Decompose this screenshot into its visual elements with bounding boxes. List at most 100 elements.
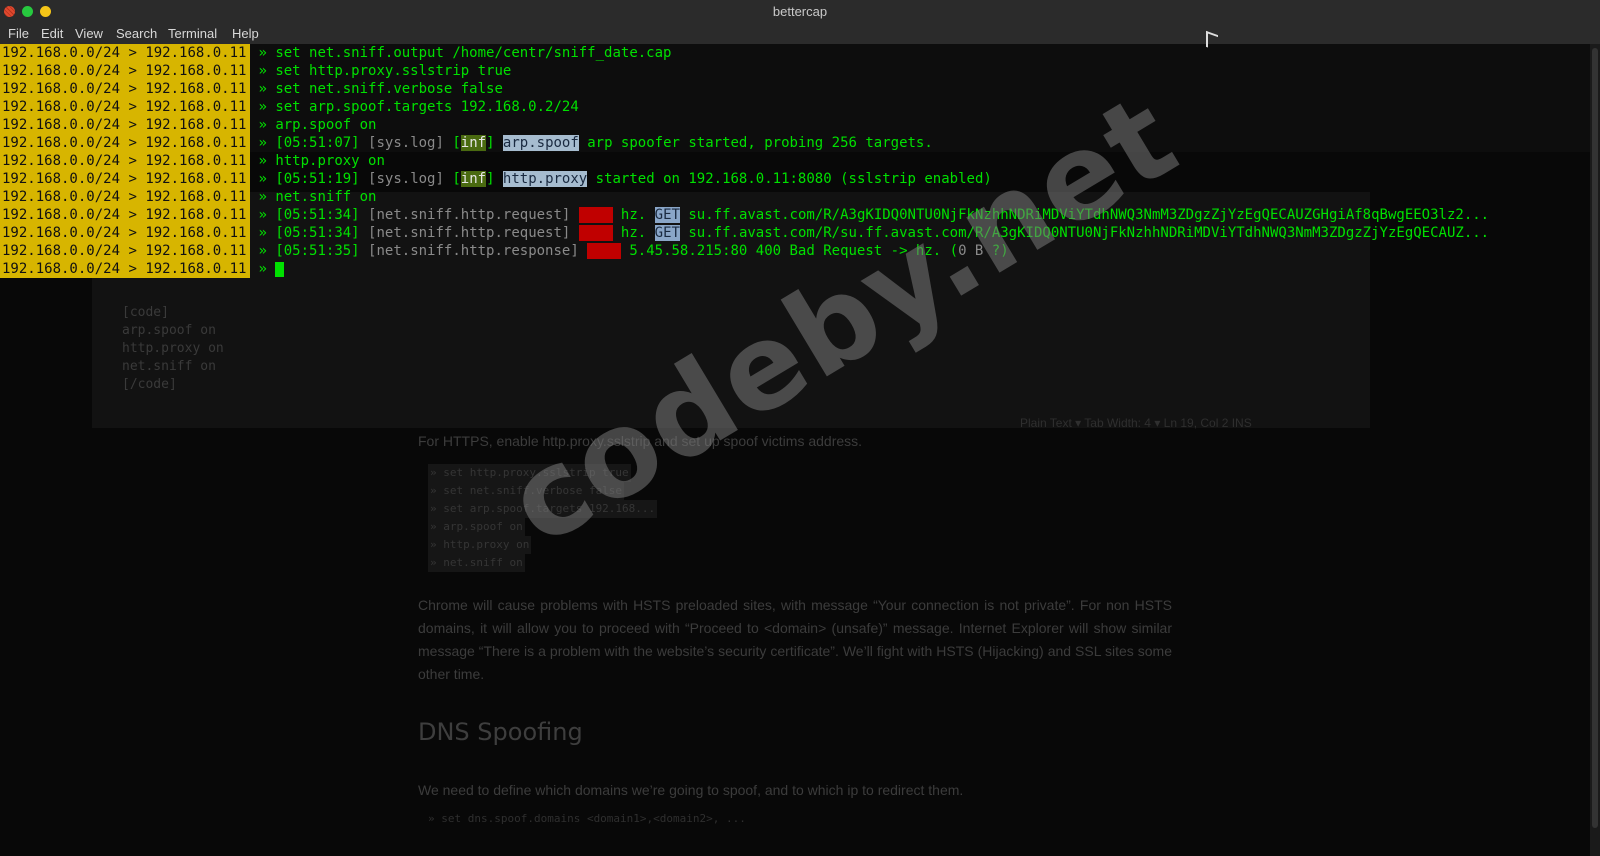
command-text: set arp.spoof.targets 192.168.0.2/24 bbox=[275, 99, 579, 115]
background-code-line: [/code] bbox=[122, 377, 177, 392]
method-badge: GET bbox=[654, 225, 680, 241]
background-codeblock-line: » set arp.spoof.targets 192.168... bbox=[428, 500, 658, 518]
prompt: 192.168.0.0/24 > 192.168.0.11 bbox=[0, 134, 250, 152]
title-bar: bettercap bbox=[0, 0, 1600, 24]
window-title: bettercap bbox=[772, 4, 828, 19]
prompt: 192.168.0.0/24 > 192.168.0.11 bbox=[0, 260, 250, 278]
log-level-badge: inf bbox=[460, 135, 487, 151]
prompt: 192.168.0.0/24 > 192.168.0.11 bbox=[0, 224, 250, 242]
background-paragraph: We need to define which domains we’re go… bbox=[418, 782, 964, 798]
terminal-line: 192.168.0.0/24 > 192.168.0.11 » http.pro… bbox=[0, 152, 1489, 170]
prompt-arrow: » bbox=[258, 99, 267, 115]
prompt-arrow: » bbox=[258, 117, 267, 133]
prompt-ip: 192.168.0.11 bbox=[145, 117, 247, 133]
terminal-line: 192.168.0.0/24 > 192.168.0.11 » set net.… bbox=[0, 80, 1489, 98]
terminal-line: 192.168.0.0/24 > 192.168.0.11 » [05:51:3… bbox=[0, 242, 1489, 260]
prompt-ip: 192.168.0.11 bbox=[145, 63, 247, 79]
terminal-line: 192.168.0.0/24 > 192.168.0.11 » [05:51:0… bbox=[0, 134, 933, 152]
background-codeblock-line: » set net.sniff.verbose false bbox=[428, 482, 625, 500]
method-badge: GET bbox=[654, 207, 680, 223]
background-heading: DNS Spoofing bbox=[418, 718, 583, 746]
prompt-separator: > bbox=[128, 99, 137, 115]
request-url: su.ff.avast.com/R/su.ff.avast.com/R/A3gK… bbox=[679, 225, 1490, 241]
prompt-separator: > bbox=[128, 135, 137, 151]
prompt: 192.168.0.0/24 > 192.168.0.11 bbox=[0, 242, 250, 260]
protocol-badge: http bbox=[578, 207, 613, 223]
background-codeblock-line: » http.proxy on bbox=[428, 536, 532, 554]
prompt-subnet: 192.168.0.0/24 bbox=[2, 81, 121, 97]
prompt-separator: > bbox=[128, 45, 137, 61]
response-size: 0 B bbox=[958, 243, 984, 259]
prompt-ip: 192.168.0.11 bbox=[145, 261, 247, 277]
prompt-separator: > bbox=[128, 207, 137, 223]
prompt: 192.168.0.0/24 > 192.168.0.11 bbox=[0, 152, 250, 170]
prompt-separator: > bbox=[128, 153, 137, 169]
prompt-ip: 192.168.0.11 bbox=[145, 45, 247, 61]
prompt: 192.168.0.0/24 > 192.168.0.11 bbox=[0, 62, 250, 80]
prompt-arrow: » bbox=[258, 81, 267, 97]
menu-search[interactable]: Search bbox=[116, 26, 157, 41]
menu-help[interactable]: Help bbox=[232, 26, 259, 41]
terminal-cursor[interactable] bbox=[275, 261, 285, 277]
menu-file[interactable]: File bbox=[8, 26, 29, 41]
prompt-separator: > bbox=[128, 261, 137, 277]
prompt-separator: > bbox=[128, 81, 137, 97]
prompt-separator: > bbox=[128, 243, 137, 259]
prompt-ip: 192.168.0.11 bbox=[145, 171, 247, 187]
prompt: 192.168.0.0/24 > 192.168.0.11 bbox=[0, 44, 250, 62]
prompt-separator: > bbox=[128, 189, 137, 205]
prompt-arrow: » bbox=[258, 135, 267, 151]
log-time: [05:51:19] bbox=[275, 171, 360, 187]
background-status-bar: Plain Text ▾ Tab Width: 4 ▾ Ln 19, Col 2… bbox=[1020, 416, 1252, 430]
terminal-line: 192.168.0.0/24 > 192.168.0.11 » set arp.… bbox=[0, 98, 1489, 116]
prompt: 192.168.0.0/24 > 192.168.0.11 bbox=[0, 206, 250, 224]
protocol-badge: http bbox=[587, 243, 621, 259]
log-module-badge: arp.spoof bbox=[502, 135, 579, 151]
terminal-line: 192.168.0.0/24 > 192.168.0.11 » [05:51:3… bbox=[0, 206, 1489, 224]
log-time: [05:51:34] bbox=[275, 225, 360, 241]
terminal-view[interactable]: [code] arp.spoof on http.proxy on net.sn… bbox=[0, 44, 1590, 856]
menu-view[interactable]: View bbox=[75, 26, 103, 41]
prompt: 192.168.0.0/24 > 192.168.0.11 bbox=[0, 188, 250, 206]
prompt-arrow: » bbox=[258, 189, 267, 205]
prompt-arrow: » bbox=[258, 153, 267, 169]
prompt-subnet: 192.168.0.0/24 bbox=[2, 99, 121, 115]
prompt-arrow: » bbox=[258, 207, 267, 223]
prompt: 192.168.0.0/24 > 192.168.0.11 bbox=[0, 170, 250, 188]
prompt: 192.168.0.0/24 > 192.168.0.11 bbox=[0, 80, 250, 98]
terminal-scrollbar[interactable] bbox=[1590, 44, 1600, 856]
prompt-arrow: » bbox=[258, 243, 267, 259]
prompt-separator: > bbox=[128, 171, 137, 187]
background-paragraph: For HTTPS, enable http.proxy.sslstrip an… bbox=[418, 433, 863, 449]
prompt-ip: 192.168.0.11 bbox=[145, 207, 247, 223]
prompt-separator: > bbox=[128, 117, 137, 133]
prompt-ip: 192.168.0.11 bbox=[145, 153, 247, 169]
request-url: su.ff.avast.com/R/A3gKIDQ0NTU0NjFkNzhhND… bbox=[679, 207, 1490, 223]
log-message: arp spoofer started, probing 256 targets… bbox=[578, 135, 933, 151]
menu-terminal[interactable]: Terminal bbox=[168, 26, 217, 41]
request-host: hz. bbox=[612, 225, 655, 241]
prompt-subnet: 192.168.0.0/24 bbox=[2, 45, 121, 61]
prompt-separator: > bbox=[128, 63, 137, 79]
terminal-line: 192.168.0.0/24 > 192.168.0.11 » bbox=[0, 260, 1489, 278]
terminal-line: 192.168.0.0/24 > 192.168.0.11 » [05:51:3… bbox=[0, 224, 1489, 242]
prompt-arrow: » bbox=[258, 225, 267, 241]
terminal-output: 192.168.0.0/24 > 192.168.0.11 » set net.… bbox=[0, 44, 1489, 278]
scrollbar-thumb[interactable] bbox=[1592, 48, 1598, 828]
menu-edit[interactable]: Edit bbox=[41, 26, 63, 41]
terminal-line: 192.168.0.0/24 > 192.168.0.11 » set net.… bbox=[0, 44, 1489, 62]
terminal-line: 192.168.0.0/24 > 192.168.0.11 » net.snif… bbox=[0, 188, 1489, 206]
terminal-line: 192.168.0.0/24 > 192.168.0.11 » [05:51:1… bbox=[0, 170, 992, 188]
background-code: [code] arp.spoof on http.proxy on net.sn… bbox=[122, 304, 224, 394]
command-text: arp.spoof on bbox=[275, 117, 377, 133]
background-codeblock-line: » arp.spoof on bbox=[428, 518, 525, 536]
prompt-subnet: 192.168.0.0/24 bbox=[2, 261, 121, 277]
prompt-separator: > bbox=[128, 225, 137, 241]
background-paragraph: Chrome will cause problems with HSTS pre… bbox=[418, 597, 1172, 682]
prompt-subnet: 192.168.0.0/24 bbox=[2, 189, 121, 205]
log-source: [sys.log] bbox=[368, 135, 444, 151]
response-tail: ?) bbox=[983, 243, 1009, 259]
command-text: set net.sniff.verbose false bbox=[275, 81, 503, 97]
prompt-subnet: 192.168.0.0/24 bbox=[2, 225, 121, 241]
command-text: http.proxy on bbox=[275, 153, 385, 169]
